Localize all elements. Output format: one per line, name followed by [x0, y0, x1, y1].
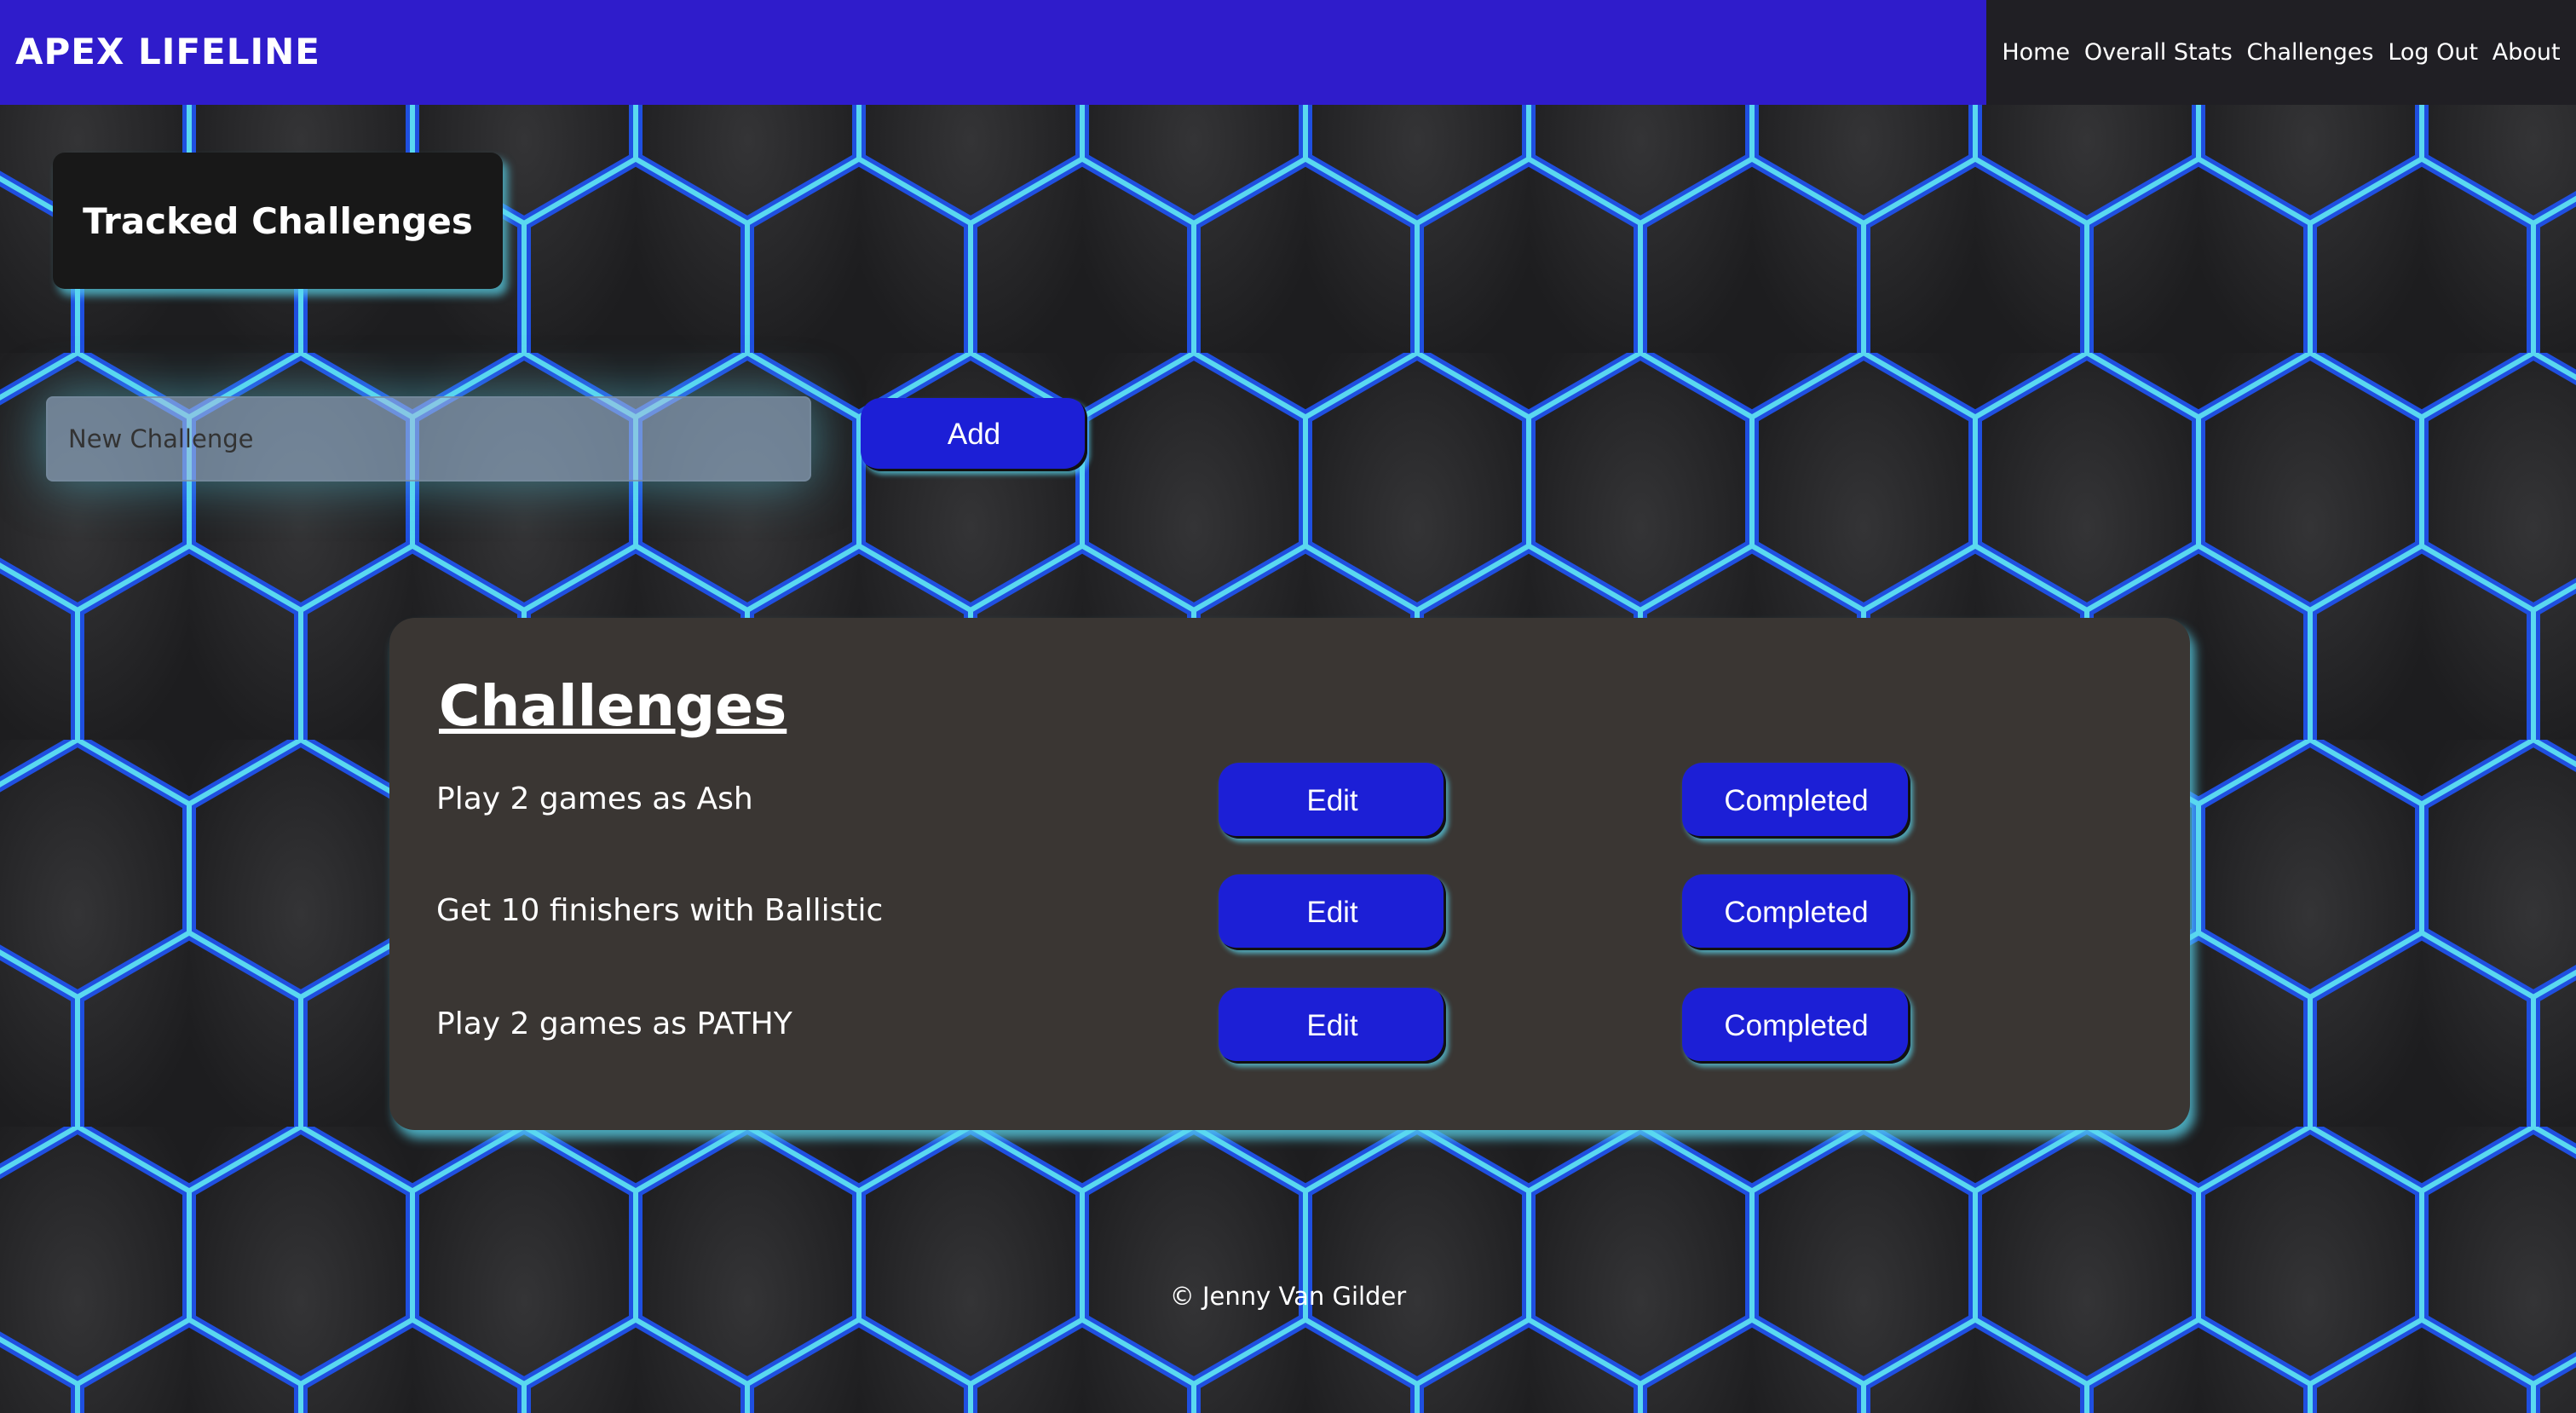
brand-logo[interactable]: APEX LIFELINE: [15, 31, 320, 72]
nav-challenges[interactable]: Challenges: [2247, 39, 2374, 66]
challenges-heading: Challenges: [439, 673, 787, 739]
challenge-text: Get 10 finishers with Ballistic: [436, 893, 884, 928]
top-navbar: APEX LIFELINE Home Overall Stats Challen…: [0, 0, 2576, 105]
page-title: Tracked Challenges: [53, 153, 503, 289]
completed-button[interactable]: Completed: [1682, 874, 1910, 950]
challenges-panel: Challenges Play 2 games as Ash Edit Comp…: [389, 618, 2190, 1130]
challenge-text: Play 2 games as Ash: [436, 781, 753, 816]
edit-button[interactable]: Edit: [1219, 988, 1446, 1064]
nav-overall-stats[interactable]: Overall Stats: [2084, 39, 2233, 66]
completed-button[interactable]: Completed: [1682, 988, 1910, 1064]
footer-copyright: © Jenny Van Gilder: [1169, 1282, 1407, 1311]
completed-button[interactable]: Completed: [1682, 763, 1910, 839]
edit-button[interactable]: Edit: [1219, 874, 1446, 950]
new-challenge-input[interactable]: [46, 396, 811, 482]
challenge-text: Play 2 games as PATHY: [436, 1006, 792, 1041]
add-button[interactable]: Add: [861, 398, 1087, 471]
nav-links: Home Overall Stats Challenges Log Out Ab…: [1986, 0, 2576, 105]
nav-home[interactable]: Home: [2002, 39, 2070, 66]
nav-about[interactable]: About: [2492, 39, 2561, 66]
nav-log-out[interactable]: Log Out: [2388, 39, 2478, 66]
edit-button[interactable]: Edit: [1219, 763, 1446, 839]
